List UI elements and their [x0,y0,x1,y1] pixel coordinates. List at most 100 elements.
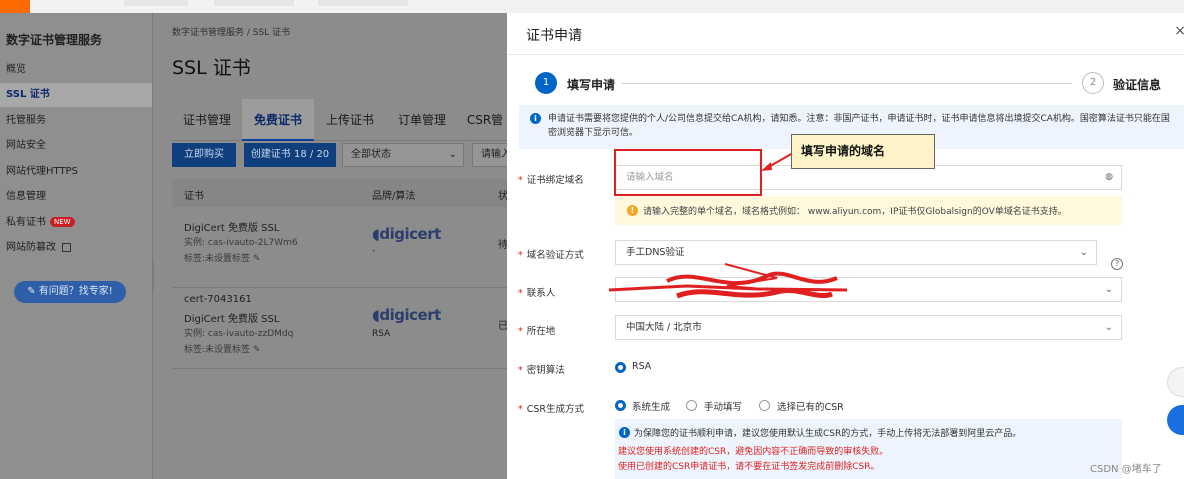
algo-rsa-label: RSA [632,361,652,372]
top-tab-placeholder [214,0,294,6]
redaction-scribble [608,263,848,299]
cert-instance: 实例: cas-ivauto-zzDMdq [184,329,294,339]
chat-icon: ✎ [27,286,39,297]
sidebar-item-label: 私有证书 [6,217,46,228]
breadcrumb: 数字证书管理服务 / SSL 证书 [172,28,291,38]
table-row[interactable]: cert-7043161 DigiCert 免费版 SSL 实例: cas-iv… [172,289,512,369]
domain-label-text: 证书绑定域名 [526,175,584,186]
sidebar-title: 数字证书管理服务 [6,33,103,47]
search-input[interactable]: 请输入 [472,143,512,167]
csr-system-radio[interactable] [615,400,626,411]
csr-system-label: 系统生成 [632,402,671,413]
info-icon: i [619,427,630,438]
tab-upload-cert[interactable]: 上传证书 [314,99,386,141]
algo-label-text: 密钥算法 [526,365,565,376]
region-select[interactable]: 中国大陆 / 北京市 ⌄ [615,315,1122,340]
algo-rsa-radio[interactable] [615,362,626,373]
cert-tag[interactable]: 标签:未设置标签 ✎ [184,251,260,264]
sidebar-item-ssl[interactable]: SSL 证书 [0,83,152,107]
csr-label: * CSR生成方式 [518,404,585,415]
ask-expert-label: 有问题？找专家! [38,286,113,297]
sidebar-item-info[interactable]: 信息管理 [0,185,152,209]
contact-label-text: 联系人 [526,288,556,299]
domain-warning-text: 请输入完整的单个域名，域名格式例如： www.aliyun.com，IP证书仅G… [643,207,1067,217]
tab-orders[interactable]: 订单管理 [386,99,458,141]
new-badge: NEW [50,217,75,227]
cert-tag-text: 标签:未设置标签 [184,254,251,264]
chevron-down-icon: ⌄ [1079,247,1088,258]
domain-highlight-box [614,149,762,196]
cert-tag[interactable]: 标签:未设置标签 ✎ [184,342,260,355]
external-link-icon [62,242,72,252]
sidebar-item-hosting[interactable]: 托管服务 [0,109,152,133]
verify-label-text: 域名验证方式 [526,250,584,261]
domain-warning: ! 请输入完整的单个域名，域名格式例如： www.aliyun.com，IP证书… [615,196,1122,225]
tab-bar: 证书管理 免费证书 上传证书 订单管理 CSR管 [172,99,512,141]
csr-note-1: 为保障您的证书顺利申请，建议您使用默认生成CSR的方式，手动上传将无法部署到阿里… [634,429,1022,439]
algo-label: * 密钥算法 [518,365,565,376]
region-label: * 所在地 [518,326,556,337]
top-tab-placeholder [318,0,408,6]
cert-name: DigiCert 免费版 SSL [184,314,280,325]
step-connector [622,83,1072,84]
chevron-down-icon: ⌄ [448,149,457,160]
main-content: 数字证书管理服务 / SSL 证书 SSL 证书 证书管理 免费证书 上传证书 … [154,13,512,479]
info-icon: i [530,113,541,124]
chevron-down-icon: ⌄ [1104,284,1113,295]
csr-note-2: 建议您使用系统创建的CSR，避免因内容不正确而导致的审核失败。 [618,447,889,457]
csr-existing-radio[interactable] [759,400,770,411]
tab-cert-manage[interactable]: 证书管理 [172,99,242,141]
tab-csr[interactable]: CSR管 [458,99,512,141]
buy-now-button[interactable]: 立即购买 [172,143,236,167]
status-select-value: 全部状态 [351,149,391,160]
warning-icon: ! [627,205,638,216]
csr-manual-radio[interactable] [686,400,697,411]
brand-text: digicert [379,306,441,324]
sidebar-item-proxy-https[interactable]: 网站代理HTTPS [0,160,152,184]
close-icon[interactable]: × [1174,23,1184,39]
digicert-logo: ◖digicert [372,306,441,324]
table-header: 证书 品牌/算法 状 [172,179,512,207]
browser-top-strip [0,0,1184,13]
sidebar-item-tamper[interactable]: 网站防篡改 [0,236,152,260]
float-chat-button[interactable] [1167,405,1184,435]
sidebar-item-label: 网站防篡改 [6,242,56,253]
edit-icon[interactable]: ✎ [253,254,261,264]
edit-icon[interactable]: ✎ [253,345,261,355]
cert-apply-drawer: 证书申请 × 1 填写申请 2 验证信息 i 申请证书需要将您提供的个人/公司信… [507,13,1184,479]
watermark: CSDN @堵车了 [1090,464,1162,475]
help-icon[interactable]: ? [1111,258,1123,270]
cert-name: DigiCert 免费版 SSL [184,223,280,234]
verify-label: * 域名验证方式 [518,250,584,261]
step-1-label: 填写申请 [567,78,616,92]
step-1-number: 1 [535,72,557,94]
chevron-down-icon: ⌄ [1104,322,1113,333]
top-tab-placeholder [124,0,188,6]
domain-label: * 证书绑定域名 [518,175,584,186]
drawer-divider [507,54,1184,55]
create-cert-button[interactable]: 创建证书 18 / 20 [244,143,336,167]
cert-tag-text: 标签:未设置标签 [184,345,251,355]
step-2-number: 2 [1082,72,1104,94]
cert-id: cert-7043161 [184,294,252,305]
csr-label-text: CSR生成方式 [526,404,585,415]
status-select[interactable]: 全部状态 ⌄ [342,143,464,167]
csr-existing-label: 选择已有的CSR [777,402,844,413]
ask-expert-button[interactable]: ✎ 有问题？找专家! [14,281,126,303]
cert-instance: 实例: cas-ivauto-2L7Wm6 [184,238,298,248]
contact-label: * 联系人 [518,288,556,299]
table-row[interactable]: DigiCert 免费版 SSL 实例: cas-ivauto-2L7Wm6 标… [172,208,512,288]
csr-note-3: 使用已创建的CSR申请证书，请不要在证书签发完成前删除CSR。 [618,462,880,472]
region-value: 中国大陆 / 北京市 [626,322,702,333]
domain-help-icon[interactable]: ◍ [1105,166,1113,189]
sidebar-item-private-cert[interactable]: 私有证书 NEW [0,211,152,235]
page-title: SSL 证书 [172,57,251,79]
cert-algo: - [372,246,376,256]
step-2-label: 验证信息 [1113,78,1162,92]
sidebar-item-site-security[interactable]: 网站安全 [0,134,152,158]
col-brand: 品牌/算法 [372,191,416,202]
col-cert: 证书 [184,191,204,202]
sidebar-item-overview[interactable]: 概览 [0,58,152,82]
tab-free-cert[interactable]: 免费证书 [242,99,314,141]
float-tool-button[interactable] [1167,367,1184,397]
